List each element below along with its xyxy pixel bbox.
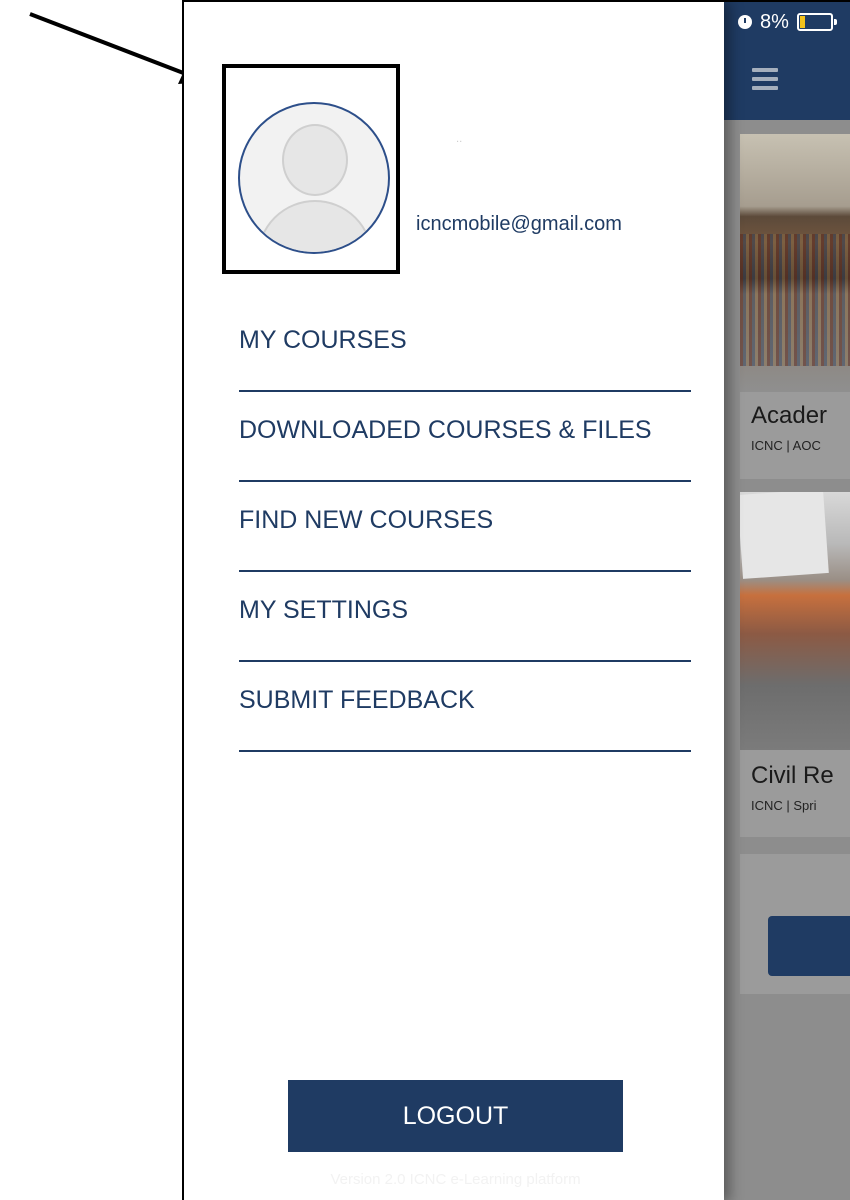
menu-item-my-courses[interactable]: MY COURSES [239,302,691,392]
action-button[interactable] [768,916,850,976]
menu-item-label: MY SETTINGS [239,596,409,624]
battery-fill [799,16,805,28]
avatar-body-icon [257,200,373,252]
menu-item-label: MY COURSES [239,326,407,354]
user-name: .. [456,134,463,145]
battery-percent: 8% [760,10,789,33]
menu-item-label: FIND NEW COURSES [239,506,494,534]
avatar[interactable] [238,102,390,254]
avatar-highlight-box [222,64,400,274]
course-image [740,134,850,392]
app-bar [724,42,850,120]
phone-screen: 8% Acader ICNC | AOC Civil Re ICNC | Spr… [182,0,850,1200]
course-title: Acader [751,402,828,429]
user-email: icncmobile@gmail.com [416,213,622,235]
menu-item-find-new-courses[interactable]: FIND NEW COURSES [239,482,691,572]
avatar-head-icon [282,124,348,196]
menu-item-downloaded-courses[interactable]: DOWNLOADED COURSES & FILES [239,392,691,482]
course-subtitle: ICNC | Spri [751,798,817,813]
logout-button[interactable]: LOGOUT [288,1080,623,1152]
drawer-menu: MY COURSES DOWNLOADED COURSES & FILES FI… [239,302,691,752]
course-image [740,492,850,750]
course-subtitle: ICNC | AOC [751,438,821,453]
course-card[interactable]: Civil Re ICNC | Spri [740,492,850,837]
course-list: Acader ICNC | AOC Civil Re ICNC | Spri [724,120,850,1200]
hamburger-icon[interactable] [752,68,778,90]
battery-icon [796,13,837,31]
action-card [740,854,850,994]
version-text: Version 2.0 ICNC e-Learning platform [330,1171,581,1188]
menu-item-label: SUBMIT FEEDBACK [239,686,475,714]
navigation-drawer: .. icncmobile@gmail.com MY COURSES DOWNL… [184,2,724,1200]
menu-item-submit-feedback[interactable]: SUBMIT FEEDBACK [239,662,691,752]
status-bar: 8% [724,2,850,42]
menu-item-my-settings[interactable]: MY SETTINGS [239,572,691,662]
course-title: Civil Re [751,762,834,789]
background-app: 8% Acader ICNC | AOC Civil Re ICNC | Spr… [724,2,850,1200]
alarm-icon [738,15,752,29]
menu-item-label: DOWNLOADED COURSES & FILES [239,416,652,444]
course-card[interactable]: Acader ICNC | AOC [740,134,850,479]
